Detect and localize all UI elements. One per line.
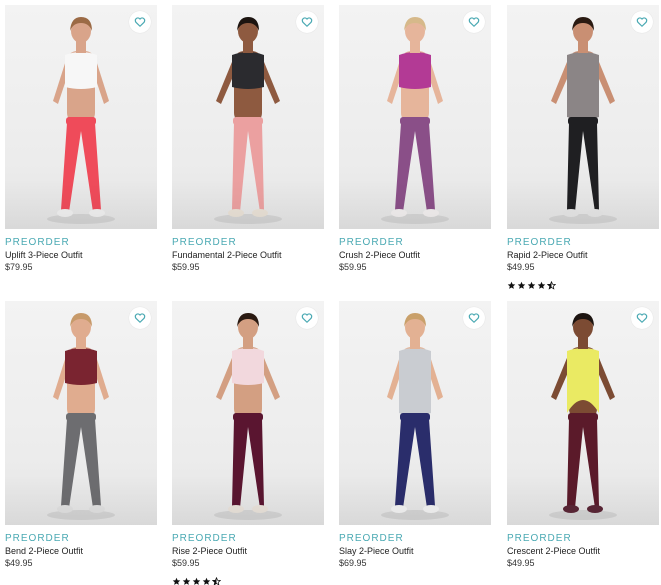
image-floor-shadow bbox=[339, 475, 491, 525]
product-name-link[interactable]: Slay 2-Piece Outfit bbox=[339, 545, 491, 557]
image-floor-shadow bbox=[507, 475, 659, 525]
favorite-heart-icon[interactable] bbox=[463, 307, 485, 329]
image-floor-shadow bbox=[507, 179, 659, 229]
favorite-heart-icon[interactable] bbox=[296, 11, 318, 33]
favorite-heart-icon[interactable] bbox=[631, 307, 653, 329]
favorite-heart-icon[interactable] bbox=[463, 11, 485, 33]
product-name-link[interactable]: Bend 2-Piece Outfit bbox=[5, 545, 157, 557]
preorder-badge: PREORDER bbox=[339, 237, 404, 248]
product-card[interactable]: PREORDER Slay 2-Piece Outfit $69.95 bbox=[339, 301, 491, 569]
image-floor-shadow bbox=[5, 475, 157, 525]
product-price: $69.95 bbox=[339, 558, 367, 568]
rating-star-icon bbox=[507, 277, 516, 289]
preorder-badge: PREORDER bbox=[339, 533, 404, 544]
rating-star-icon bbox=[527, 277, 536, 289]
product-price: $49.95 bbox=[507, 558, 535, 568]
product-image[interactable] bbox=[5, 301, 157, 525]
product-image[interactable] bbox=[507, 301, 659, 525]
product-image[interactable] bbox=[507, 5, 659, 229]
product-name-link[interactable]: Rapid 2-Piece Outfit bbox=[507, 249, 659, 261]
rating-star-icon bbox=[211, 573, 222, 585]
rating-star-icon bbox=[537, 277, 546, 289]
rating-star-icon bbox=[192, 573, 201, 585]
product-price: $49.95 bbox=[507, 262, 535, 272]
product-name-link[interactable]: Crush 2-Piece Outfit bbox=[339, 249, 491, 261]
product-name-link[interactable]: Rise 2-Piece Outfit bbox=[172, 545, 324, 557]
product-price: $79.95 bbox=[5, 262, 33, 272]
product-rating bbox=[507, 277, 659, 290]
product-image[interactable] bbox=[5, 5, 157, 229]
image-floor-shadow bbox=[172, 179, 324, 229]
rating-star-icon bbox=[546, 277, 557, 290]
preorder-badge: PREORDER bbox=[172, 533, 237, 544]
favorite-heart-icon[interactable] bbox=[129, 307, 151, 329]
rating-star-icon bbox=[202, 573, 211, 585]
product-card[interactable]: PREORDER Uplift 3-Piece Outfit $79.95 bbox=[5, 5, 157, 273]
preorder-badge: PREORDER bbox=[172, 237, 237, 248]
preorder-badge: PREORDER bbox=[507, 237, 572, 248]
favorite-heart-icon[interactable] bbox=[631, 11, 653, 33]
product-price: $59.95 bbox=[339, 262, 367, 272]
preorder-badge: PREORDER bbox=[5, 533, 70, 544]
rating-star-icon bbox=[517, 277, 526, 289]
product-grid: PREORDER Uplift 3-Piece Outfit $79.95 PR… bbox=[0, 0, 661, 585]
image-floor-shadow bbox=[339, 179, 491, 229]
favorite-heart-icon[interactable] bbox=[129, 11, 151, 33]
product-image[interactable] bbox=[339, 5, 491, 229]
image-floor-shadow bbox=[5, 179, 157, 229]
preorder-badge: PREORDER bbox=[5, 237, 70, 248]
product-card[interactable]: PREORDER Bend 2-Piece Outfit $49.95 bbox=[5, 301, 157, 569]
rating-star-icon bbox=[172, 573, 181, 585]
product-card[interactable]: PREORDER Fundamental 2-Piece Outfit $59.… bbox=[172, 5, 324, 273]
product-card[interactable]: PREORDER Rapid 2-Piece Outfit $49.95 bbox=[507, 5, 659, 290]
product-name-link[interactable]: Crescent 2-Piece Outfit bbox=[507, 545, 659, 557]
product-name-link[interactable]: Uplift 3-Piece Outfit bbox=[5, 249, 157, 261]
product-price: $59.95 bbox=[172, 558, 200, 568]
product-price: $49.95 bbox=[5, 558, 33, 568]
product-price: $59.95 bbox=[172, 262, 200, 272]
product-image[interactable] bbox=[339, 301, 491, 525]
product-image[interactable] bbox=[172, 301, 324, 525]
product-card[interactable]: PREORDER Crush 2-Piece Outfit $59.95 bbox=[339, 5, 491, 273]
product-card[interactable]: PREORDER Crescent 2-Piece Outfit $49.95 bbox=[507, 301, 659, 569]
favorite-heart-icon[interactable] bbox=[296, 307, 318, 329]
product-rating bbox=[172, 573, 324, 585]
product-card[interactable]: PREORDER Rise 2-Piece Outfit $59.95 bbox=[172, 301, 324, 585]
rating-star-icon bbox=[182, 573, 191, 585]
product-name-link[interactable]: Fundamental 2-Piece Outfit bbox=[172, 249, 324, 261]
image-floor-shadow bbox=[172, 475, 324, 525]
product-image[interactable] bbox=[172, 5, 324, 229]
preorder-badge: PREORDER bbox=[507, 533, 572, 544]
